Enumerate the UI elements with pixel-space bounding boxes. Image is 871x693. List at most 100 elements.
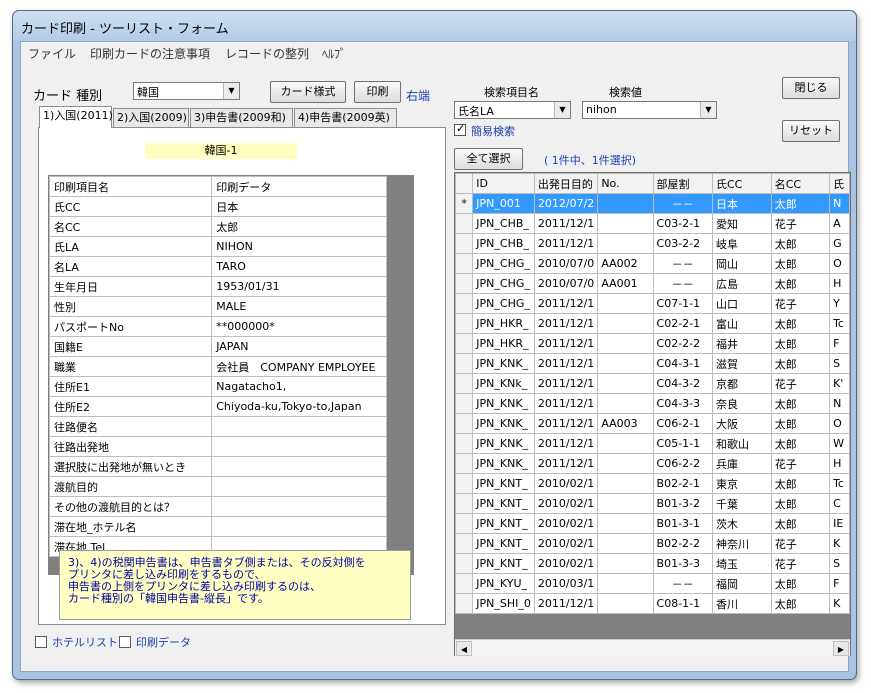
table-cell[interactable]: 香川	[711, 593, 772, 614]
table-cell[interactable]: C04-3-3	[652, 393, 713, 414]
table-row[interactable]: JPN_CHG_ 2010/07/0 AA001 －－ 広島 太郎 H	[455, 273, 850, 294]
table-cell[interactable]	[597, 533, 654, 554]
search-field-select[interactable]: 氏名LA ▼	[454, 101, 571, 119]
property-value-cell[interactable]: 1953/01/31	[211, 276, 387, 297]
table-cell[interactable]	[597, 553, 654, 574]
table-row[interactable]: * JPN_001 2012/07/2 －－ 日本 太郎 N	[455, 193, 850, 214]
table-cell[interactable]	[597, 293, 654, 314]
property-name-cell[interactable]: 国籍E	[48, 336, 213, 357]
table-cell[interactable]: 2010/02/1	[533, 553, 599, 574]
print-button[interactable]: 印刷	[354, 81, 401, 103]
row-selector[interactable]	[455, 233, 474, 254]
table-cell[interactable]: JPN_CHB_	[472, 213, 535, 234]
table-cell[interactable]: K	[829, 533, 850, 554]
property-name-cell[interactable]: 住所E2	[48, 396, 213, 417]
table-cell[interactable]: －－	[652, 273, 713, 294]
table-cell[interactable]: A	[829, 213, 850, 234]
table-row[interactable]: JPN_KNT_ 2010/02/1 B02-2-2 神奈川 花子 K	[455, 533, 850, 554]
tab-entry-2011[interactable]: 1)入国(2011)	[39, 106, 113, 128]
table-cell[interactable]: 2010/02/1	[533, 513, 599, 534]
table-row[interactable]: JPN_HKR_ 2011/12/1 C02-2-2 福井 太郎 F	[455, 333, 850, 354]
table-cell[interactable]: 太郎	[770, 573, 831, 594]
property-value-cell[interactable]: JAPAN	[211, 336, 387, 357]
menu-sort-records[interactable]: レコードの整列	[225, 45, 309, 62]
property-value-cell[interactable]: TARO	[211, 256, 387, 277]
table-row[interactable]: JPN_KNK_ 2011/12/1 C05-1-1 和歌山 太郎 W	[455, 433, 850, 454]
table-cell[interactable]: 兵庫	[711, 453, 772, 474]
table-cell[interactable]: 東京	[711, 473, 772, 494]
table-row[interactable]: JPN_CHG_ 2010/07/0 AA002 －－ 岡山 太郎 O	[455, 253, 850, 274]
table-cell[interactable]: 太郎	[770, 473, 831, 494]
table-cell[interactable]: 2010/02/1	[533, 493, 599, 514]
row-selector[interactable]	[455, 353, 474, 374]
chevron-down-icon[interactable]: ▼	[700, 102, 716, 118]
table-cell[interactable]: 滋賀	[711, 353, 772, 374]
property-name-cell[interactable]: その他の渡航目的とは？	[48, 496, 213, 517]
table-cell[interactable]: 山口	[711, 293, 772, 314]
property-name-cell[interactable]: 選択肢に出発地が無いとき	[48, 456, 213, 477]
table-cell[interactable]: 岐阜	[711, 233, 772, 254]
table-cell[interactable]: JPN_KNK_	[472, 453, 535, 474]
table-cell[interactable]: H	[829, 453, 850, 474]
row-selector[interactable]	[455, 213, 474, 234]
table-cell[interactable]	[597, 473, 654, 494]
property-value-cell[interactable]	[211, 476, 387, 497]
table-cell[interactable]: JPN_HKR_	[472, 313, 535, 334]
table-cell[interactable]: 2010/02/1	[533, 473, 599, 494]
table-cell[interactable]	[597, 593, 654, 614]
table-cell[interactable]: C07-1-1	[652, 293, 713, 314]
hotel-list-checkbox[interactable]	[35, 636, 47, 648]
property-name-cell[interactable]: 滞在地_ホテル名	[48, 516, 213, 537]
table-cell[interactable]: JPN_KNk_	[472, 373, 535, 394]
table-cell[interactable]: C02-2-2	[652, 333, 713, 354]
table-cell[interactable]: JPN_SHI_0	[472, 593, 535, 614]
table-cell[interactable]: W	[829, 433, 850, 454]
table-cell[interactable]: 太郎	[770, 513, 831, 534]
table-cell[interactable]: 岡山	[711, 253, 772, 274]
row-selector[interactable]	[455, 333, 474, 354]
property-name-cell[interactable]: 住所E1	[48, 376, 213, 397]
column-header-item-name[interactable]: 印刷項目名	[48, 176, 213, 197]
table-cell[interactable]: 太郎	[770, 313, 831, 334]
table-cell[interactable]: 愛知	[711, 213, 772, 234]
table-cell[interactable]: Tc	[829, 473, 850, 494]
table-cell[interactable]: O	[829, 253, 850, 274]
table-cell[interactable]: 2011/12/1	[533, 593, 599, 614]
table-cell[interactable]	[597, 393, 654, 414]
row-selector[interactable]	[455, 553, 474, 574]
table-cell[interactable]: －－	[652, 193, 713, 214]
close-button[interactable]: 閉じる	[782, 77, 840, 99]
table-cell[interactable]: 2010/07/0	[533, 273, 599, 294]
table-cell[interactable]: JPN_KNT_	[472, 473, 535, 494]
table-cell[interactable]: S	[829, 353, 850, 374]
row-selector[interactable]	[455, 413, 474, 434]
row-selector[interactable]	[455, 593, 474, 614]
row-selector-corner[interactable]	[455, 173, 474, 194]
row-selector[interactable]	[455, 573, 474, 594]
table-cell[interactable]: 2011/12/1	[533, 313, 599, 334]
table-cell[interactable]: 千葉	[711, 493, 772, 514]
property-name-cell[interactable]: 職業	[48, 356, 213, 377]
property-value-cell[interactable]	[211, 436, 387, 457]
menu-print-notes[interactable]: 印刷カードの注意事項	[90, 45, 210, 62]
property-value-cell[interactable]	[211, 456, 387, 477]
table-row[interactable]: JPN_KNT_ 2010/02/1 B01-3-2 千葉 太郎 C	[455, 493, 850, 514]
table-cell[interactable]: O	[829, 413, 850, 434]
table-cell[interactable]: 2010/07/0	[533, 253, 599, 274]
table-cell[interactable]: 2011/12/1	[533, 213, 599, 234]
table-row[interactable]: JPN_KNT_ 2010/02/1 B01-3-3 埼玉 花子 S	[455, 553, 850, 574]
property-value-cell[interactable]: MALE	[211, 296, 387, 317]
tab-declaration-2009-jp[interactable]: 3)申告書(2009和)	[190, 108, 293, 127]
table-cell[interactable]: 2011/12/1	[533, 233, 599, 254]
table-cell[interactable]: 富山	[711, 313, 772, 334]
table-cell[interactable]: C08-1-1	[652, 593, 713, 614]
table-cell[interactable]: JPN_HKR_	[472, 333, 535, 354]
table-cell[interactable]: B01-3-3	[652, 553, 713, 574]
chevron-down-icon[interactable]: ▼	[223, 83, 239, 99]
table-cell[interactable]: JPN_KNK_	[472, 393, 535, 414]
scroll-right-icon[interactable]: ▶	[833, 641, 849, 656]
table-cell[interactable]: 花子	[770, 553, 831, 574]
table-cell[interactable]: 太郎	[770, 193, 831, 214]
horizontal-scrollbar[interactable]: ◀ ▶	[455, 639, 850, 656]
table-row[interactable]: JPN_KNT_ 2010/02/1 B01-3-1 茨木 太郎 IE	[455, 513, 850, 534]
